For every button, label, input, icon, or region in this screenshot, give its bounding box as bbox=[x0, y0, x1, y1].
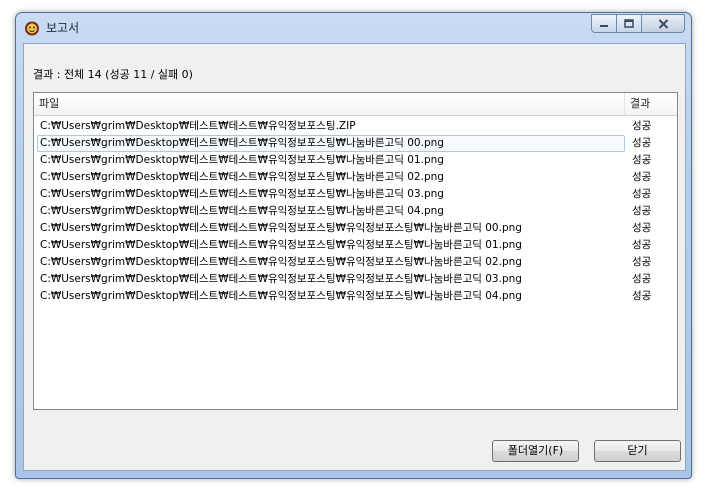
list-row[interactable]: C:₩Users₩grim₩Desktop₩테스트₩테스트₩유익정보포스팅.ZI… bbox=[34, 118, 677, 135]
file-path: C:₩Users₩grim₩Desktop₩테스트₩테스트₩유익정보포스팅₩나눔… bbox=[40, 154, 444, 166]
report-window: 보고서 결과 : 전체 14 (성공 11 / 실패 0) 파일 결과 C:₩U… bbox=[15, 12, 692, 479]
minimize-button[interactable] bbox=[591, 14, 617, 33]
result-status: 성공 bbox=[632, 120, 652, 132]
app-icon bbox=[25, 21, 39, 36]
result-summary: 결과 : 전체 14 (성공 11 / 실패 0) bbox=[33, 68, 193, 81]
file-path: C:₩Users₩grim₩Desktop₩테스트₩테스트₩유익정보포스팅₩유익… bbox=[40, 239, 522, 251]
list-row[interactable]: C:₩Users₩grim₩Desktop₩테스트₩테스트₩유익정보포스팅₩나눔… bbox=[34, 186, 677, 203]
file-path: C:₩Users₩grim₩Desktop₩테스트₩테스트₩유익정보포스팅₩유익… bbox=[40, 222, 522, 234]
result-status: 성공 bbox=[632, 188, 652, 200]
list-row[interactable]: C:₩Users₩grim₩Desktop₩테스트₩테스트₩유익정보포스팅₩유익… bbox=[34, 271, 677, 288]
result-status: 성공 bbox=[632, 256, 652, 268]
list-row[interactable]: C:₩Users₩grim₩Desktop₩테스트₩테스트₩유익정보포스팅₩유익… bbox=[34, 220, 677, 237]
result-status: 성공 bbox=[632, 222, 652, 234]
file-path: C:₩Users₩grim₩Desktop₩테스트₩테스트₩유익정보포스팅₩나눔… bbox=[40, 137, 444, 149]
file-path: C:₩Users₩grim₩Desktop₩테스트₩테스트₩유익정보포스팅₩유익… bbox=[40, 273, 522, 285]
list-row[interactable]: C:₩Users₩grim₩Desktop₩테스트₩테스트₩유익정보포스팅₩나눔… bbox=[34, 152, 677, 169]
result-status: 성공 bbox=[632, 137, 652, 149]
file-path: C:₩Users₩grim₩Desktop₩테스트₩테스트₩유익정보포스팅₩나눔… bbox=[40, 171, 444, 183]
open-folder-button[interactable]: 폴더열기(F) bbox=[492, 440, 579, 462]
result-status: 성공 bbox=[632, 171, 652, 183]
dialog-body: 결과 : 전체 14 (성공 11 / 실패 0) 파일 결과 C:₩Users… bbox=[23, 43, 686, 471]
result-status: 성공 bbox=[632, 290, 652, 302]
minimize-icon bbox=[600, 24, 608, 27]
maximize-icon bbox=[624, 19, 634, 28]
list-row[interactable]: C:₩Users₩grim₩Desktop₩테스트₩테스트₩유익정보포스팅₩유익… bbox=[34, 254, 677, 271]
close-window-button[interactable] bbox=[642, 14, 685, 33]
result-status: 성공 bbox=[632, 239, 652, 251]
maximize-button[interactable] bbox=[617, 14, 642, 33]
file-path: C:₩Users₩grim₩Desktop₩테스트₩테스트₩유익정보포스팅₩유익… bbox=[40, 256, 522, 268]
column-header-result[interactable]: 결과 bbox=[625, 93, 677, 115]
list-row[interactable]: C:₩Users₩grim₩Desktop₩테스트₩테스트₩유익정보포스팅₩나눔… bbox=[34, 203, 677, 220]
file-path: C:₩Users₩grim₩Desktop₩테스트₩테스트₩유익정보포스팅.ZI… bbox=[40, 120, 356, 132]
result-status: 성공 bbox=[632, 154, 652, 166]
list-rows: C:₩Users₩grim₩Desktop₩테스트₩테스트₩유익정보포스팅.ZI… bbox=[34, 118, 677, 305]
list-header: 파일 결과 bbox=[34, 93, 677, 116]
list-row[interactable]: C:₩Users₩grim₩Desktop₩테스트₩테스트₩유익정보포스팅₩유익… bbox=[34, 237, 677, 254]
result-status: 성공 bbox=[632, 273, 652, 285]
close-button[interactable]: 닫기 bbox=[594, 440, 681, 462]
file-path: C:₩Users₩grim₩Desktop₩테스트₩테스트₩유익정보포스팅₩나눔… bbox=[40, 205, 444, 217]
result-status: 성공 bbox=[632, 205, 652, 217]
window-title: 보고서 bbox=[46, 21, 80, 35]
list-row[interactable]: C:₩Users₩grim₩Desktop₩테스트₩테스트₩유익정보포스팅₩나눔… bbox=[34, 169, 677, 186]
caption-buttons bbox=[591, 14, 685, 33]
file-path: C:₩Users₩grim₩Desktop₩테스트₩테스트₩유익정보포스팅₩유익… bbox=[40, 290, 522, 302]
result-list[interactable]: 파일 결과 C:₩Users₩grim₩Desktop₩테스트₩테스트₩유익정보… bbox=[33, 92, 678, 410]
column-header-file[interactable]: 파일 bbox=[34, 93, 625, 115]
list-row[interactable]: C:₩Users₩grim₩Desktop₩테스트₩테스트₩유익정보포스팅₩나눔… bbox=[34, 135, 677, 152]
close-icon bbox=[658, 18, 668, 29]
file-path: C:₩Users₩grim₩Desktop₩테스트₩테스트₩유익정보포스팅₩나눔… bbox=[40, 188, 444, 200]
title-bar[interactable]: 보고서 bbox=[16, 13, 691, 41]
list-row[interactable]: C:₩Users₩grim₩Desktop₩테스트₩테스트₩유익정보포스팅₩유익… bbox=[34, 288, 677, 305]
